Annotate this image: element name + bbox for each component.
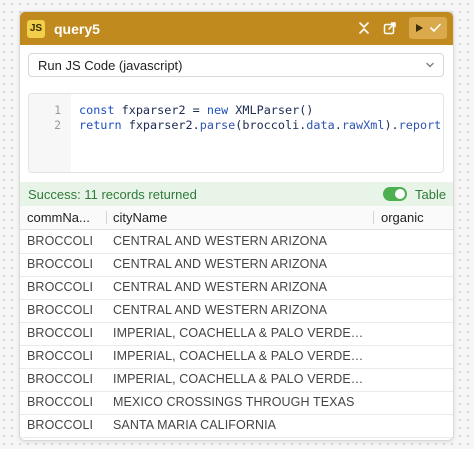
collapse-icon[interactable] <box>353 17 375 39</box>
column-resize-handle[interactable] <box>106 211 107 224</box>
column-header-cityname[interactable]: cityName <box>113 210 167 225</box>
table-row[interactable]: BROCCOLI CENTRAL AND WESTERN ARIZONA <box>20 253 453 277</box>
code-token: . <box>334 118 342 132</box>
code-token: fxparser2 = <box>121 103 207 117</box>
table-row[interactable]: BROCCOLI CENTRAL AND WESTERN ARIZONA <box>20 230 453 254</box>
code-editor[interactable]: 1 2 const fxparser2 = new XMLParser() re… <box>28 93 444 173</box>
table-view-toggle[interactable] <box>383 187 407 201</box>
code-line[interactable]: return fxparser2.parse(broccoli.data.raw… <box>79 118 443 132</box>
run-icon[interactable] <box>415 23 424 33</box>
cell-cityname: IMPERIAL, COACHELLA & PALO VERDE VAL... <box>113 326 365 340</box>
toggle-knob <box>395 189 405 199</box>
column-header-organic[interactable]: organic <box>381 210 424 225</box>
code-line[interactable]: const fxparser2 = new XMLParser() <box>79 103 313 117</box>
cell-cityname: CENTRAL AND WESTERN ARIZONA <box>113 303 328 317</box>
table-row[interactable]: BROCCOLI CENTRAL AND WESTERN ARIZONA <box>20 299 453 323</box>
cell-cityname: MEXICO CROSSINGS THROUGH TEXAS <box>113 395 355 409</box>
js-badge: JS <box>27 19 45 38</box>
cell-commname: BROCCOLI <box>27 234 94 248</box>
chevron-down-icon <box>426 62 434 68</box>
mode-select-label: Run JS Code (javascript) <box>38 57 183 73</box>
code-token: new <box>206 103 236 117</box>
table-row[interactable]: BROCCOLI SANTA MARIA CALIFORNIA <box>20 414 453 438</box>
column-header-commname[interactable]: commNa... <box>27 210 90 225</box>
code-token: . <box>441 118 443 132</box>
table-row[interactable]: BROCCOLI MEXICO CROSSINGS THROUGH TEXAS <box>20 391 453 415</box>
code-token: report <box>398 118 442 132</box>
code-token: rawXml <box>341 118 385 132</box>
line-gutter: 1 2 <box>29 94 71 172</box>
line-number: 2 <box>54 118 61 132</box>
header-actions <box>349 17 447 39</box>
query-header: JS query5 <box>20 12 453 45</box>
table-row[interactable]: BROCCOLI IMPERIAL, COACHELLA & PALO VERDE… <box>20 345 453 369</box>
code-token: (broccoli. <box>235 118 307 132</box>
table-row[interactable]: BROCCOLI IMPERIAL, COACHELLA & PALO VERDE… <box>20 322 453 346</box>
run-button[interactable] <box>409 17 447 39</box>
status-text: Success: 11 records returned <box>28 186 197 202</box>
column-resize-handle[interactable] <box>373 211 374 224</box>
code-token: parse <box>199 118 236 132</box>
cell-cityname: IMPERIAL, COACHELLA & PALO VERDE VAL... <box>113 349 365 363</box>
cell-commname: BROCCOLI <box>27 303 94 317</box>
code-token: ). <box>384 118 399 132</box>
status-bar: Success: 11 records returned Table <box>20 182 453 206</box>
cell-commname: BROCCOLI <box>27 349 94 363</box>
code-token: fxparser2. <box>128 118 200 132</box>
table-view-label: Table <box>415 187 447 202</box>
check-icon <box>430 23 441 32</box>
cell-cityname: SANTA MARIA CALIFORNIA <box>113 418 277 432</box>
cell-commname: BROCCOLI <box>27 326 94 340</box>
code-area[interactable]: const fxparser2 = new XMLParser() return… <box>71 94 443 172</box>
table-row[interactable]: BROCCOLI IMPERIAL, COACHELLA & PALO VERDE… <box>20 368 453 392</box>
cell-commname: BROCCOLI <box>27 395 94 409</box>
query-panel: JS query5 Run JS Code (javascript) 1 2 c… <box>19 11 454 441</box>
cell-commname: BROCCOLI <box>27 418 94 432</box>
code-token: XMLParser() <box>235 103 314 117</box>
results-table: commNa... cityName organic BROCCOLI CENTR… <box>20 206 453 440</box>
cell-cityname: CENTRAL AND WESTERN ARIZONA <box>113 257 328 271</box>
table-row[interactable]: BROCCOLI CENTRAL AND WESTERN ARIZONA <box>20 276 453 300</box>
cell-cityname: IMPERIAL, COACHELLA & PALO VERDE VAL... <box>113 372 365 386</box>
code-token: return <box>79 118 129 132</box>
line-number: 1 <box>54 103 61 117</box>
query-name[interactable]: query5 <box>54 21 100 37</box>
cell-cityname: CENTRAL AND WESTERN ARIZONA <box>113 234 328 248</box>
code-token: data <box>306 118 335 132</box>
cell-commname: BROCCOLI <box>27 372 94 386</box>
mode-select[interactable]: Run JS Code (javascript) <box>28 53 444 77</box>
cell-cityname: CENTRAL AND WESTERN ARIZONA <box>113 280 328 294</box>
cell-commname: BROCCOLI <box>27 280 94 294</box>
cell-commname: BROCCOLI <box>27 257 94 271</box>
open-external-icon[interactable] <box>379 17 401 39</box>
code-token: const <box>79 103 122 117</box>
table-header: commNa... cityName organic <box>20 206 453 230</box>
